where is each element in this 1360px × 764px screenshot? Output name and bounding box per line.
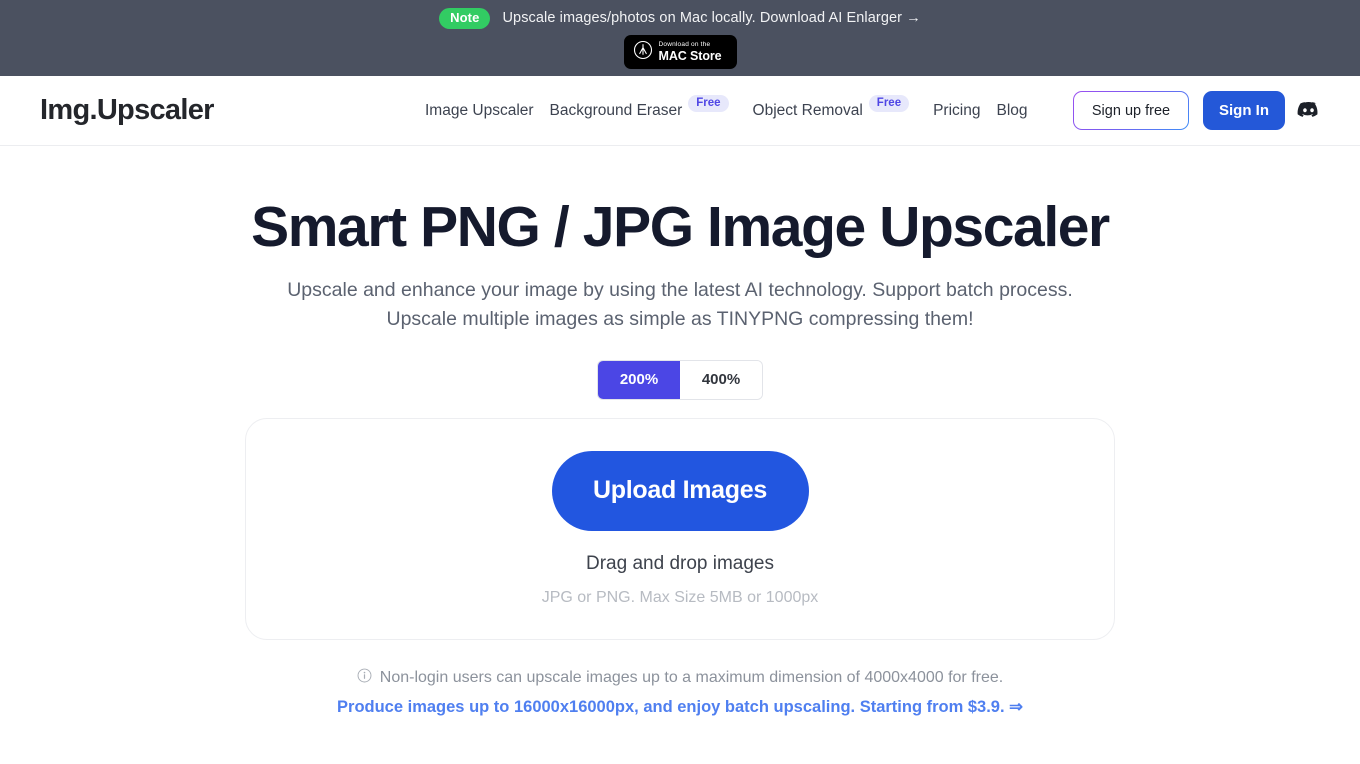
- upload-dropzone[interactable]: Upload Images Drag and drop images JPG o…: [245, 417, 1115, 640]
- header-actions: Sign up free Sign In: [1073, 91, 1320, 130]
- mac-badge-subtitle: Download on the: [658, 40, 711, 48]
- upload-notice: Non-login users can upscale images up to…: [337, 668, 1023, 717]
- free-badge: Free: [688, 95, 729, 112]
- site-logo[interactable]: Img.Upscaler: [40, 94, 214, 127]
- upload-images-button[interactable]: Upload Images: [551, 450, 809, 531]
- nav-label: Image Upscaler: [425, 101, 534, 119]
- promo-message-row[interactable]: Note Upscale images/photos on Mac locall…: [439, 6, 921, 30]
- info-icon: [357, 668, 372, 688]
- scale-option-400[interactable]: 400%: [680, 360, 762, 399]
- nav-label: Blog: [996, 101, 1028, 119]
- nav-item-object-removal[interactable]: Object Removal Free: [745, 95, 918, 120]
- note-badge: Note: [439, 7, 491, 29]
- main-navigation: Image Upscaler Background Eraser Free Ob…: [417, 95, 1036, 120]
- notice-line-free-limit: Non-login users can upscale images up to…: [357, 668, 1003, 688]
- drag-and-drop-label: Drag and drop images: [586, 552, 774, 574]
- nav-item-pricing[interactable]: Pricing: [925, 102, 988, 120]
- hero-subtitle: Upscale and enhance your image by using …: [287, 278, 1073, 330]
- promo-text[interactable]: Upscale images/photos on Mac locally. Do…: [502, 10, 920, 26]
- mac-store-download-badge[interactable]: Download on the MAC Store: [623, 35, 737, 69]
- upload-hint-label: JPG or PNG. Max Size 5MB or 1000px: [541, 588, 819, 606]
- nav-item-blog[interactable]: Blog: [988, 102, 1035, 120]
- nav-label: Background Eraser: [549, 101, 683, 119]
- nav-item-image-upscaler[interactable]: Image Upscaler: [417, 102, 542, 120]
- nav-label: Object Removal: [752, 101, 863, 119]
- promo-banner: Note Upscale images/photos on Mac locall…: [0, 0, 1360, 76]
- hero-section: Smart PNG / JPG Image Upscaler Upscale a…: [0, 146, 1360, 717]
- mac-badge-title: MAC Store: [658, 49, 722, 63]
- free-badge: Free: [868, 95, 910, 112]
- apple-logo-icon: [633, 40, 653, 65]
- upgrade-link[interactable]: Produce images up to 16000x16000px, and …: [337, 697, 1023, 717]
- scale-option-200[interactable]: 200%: [598, 360, 680, 399]
- sign-in-button[interactable]: Sign In: [1203, 91, 1285, 130]
- notice-text: Non-login users can upscale images up to…: [379, 668, 1004, 686]
- site-header: Img.Upscaler Image Upscaler Background E…: [0, 76, 1360, 146]
- nav-label: Pricing: [933, 101, 981, 119]
- discord-icon[interactable]: [1297, 99, 1320, 122]
- scale-toggle-group: 200% 400%: [598, 360, 762, 399]
- page-title: Smart PNG / JPG Image Upscaler: [251, 195, 1110, 259]
- nav-item-background-eraser[interactable]: Background Eraser Free: [542, 95, 737, 120]
- sign-up-free-button[interactable]: Sign up free: [1073, 91, 1189, 130]
